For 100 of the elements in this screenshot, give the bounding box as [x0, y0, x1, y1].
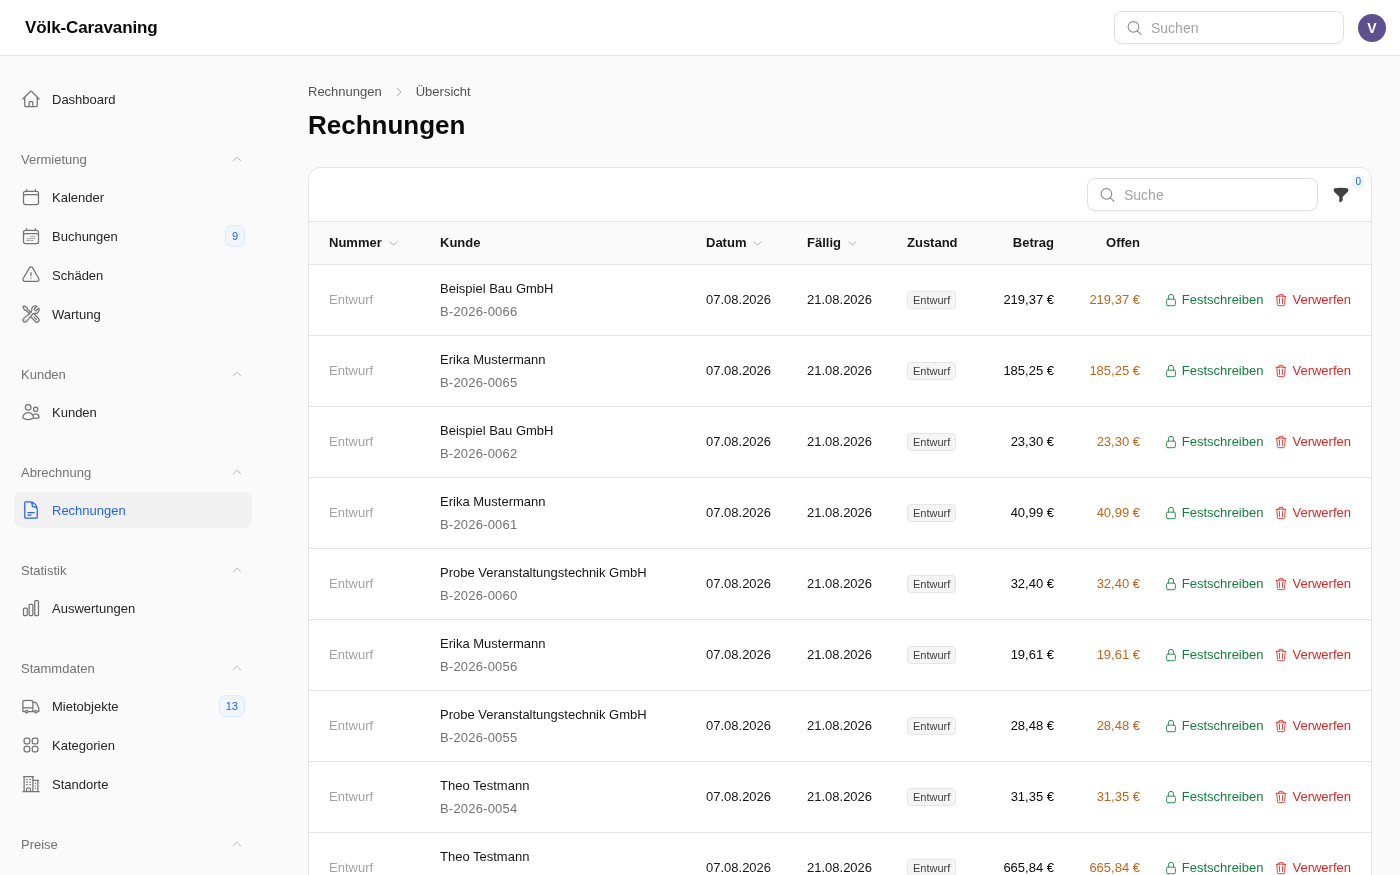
action-button[interactable]: Festschreiben [1163, 292, 1264, 308]
sidebar-item[interactable]: Dashboard [14, 81, 252, 117]
lock-icon [1163, 435, 1178, 449]
status-badge: Entwurf [907, 291, 957, 309]
table-cell: 07.08.2026 [706, 505, 772, 521]
calendar-icon [21, 226, 41, 246]
action-button[interactable]: Festschreiben [1163, 860, 1264, 875]
table-cell: Entwurf [329, 576, 374, 592]
table-cell: 32,40 € [1096, 576, 1140, 592]
customer-name: Erika Mustermann [440, 493, 546, 511]
table-cell: 23,30 € [1096, 434, 1140, 450]
sidebar-item[interactable]: Wartung [14, 296, 252, 332]
sidebar-item[interactable]: Standorte [14, 766, 252, 802]
table-cell: 07.08.2026 [706, 789, 772, 805]
user-avatar[interactable]: V [1358, 13, 1386, 42]
action-button[interactable]: Festschreiben [1163, 647, 1264, 663]
table-cell: 40,99 € [1096, 505, 1140, 521]
lock-icon [1163, 719, 1178, 733]
filter-icon [1332, 185, 1350, 204]
sidebar-item[interactable]: Auswertungen [14, 590, 252, 626]
table-cell: Entwurf [329, 718, 374, 734]
table-cell: 28,48 € [1010, 718, 1054, 734]
customer-name: Beispiel Bau GmbH [440, 422, 554, 440]
action-button[interactable]: Verwerfen [1274, 647, 1351, 663]
sidebar-item[interactable]: Rechnungen [14, 492, 252, 528]
column-header: Betrag [1012, 235, 1054, 251]
page-title: Rechnungen [308, 109, 467, 141]
trash-icon [1274, 293, 1289, 307]
app-logo: Völk-Caravaning [25, 17, 158, 38]
trash-icon [1274, 648, 1289, 662]
sidebar-section-header[interactable]: Abrechnung [14, 455, 252, 489]
column-header: Kunde [440, 235, 481, 251]
lock-icon [1163, 861, 1178, 875]
status-badge: Entwurf [907, 717, 957, 735]
table-cell: 07.08.2026 [706, 860, 772, 875]
table-cell: 07.08.2026 [706, 647, 772, 663]
table-search-field[interactable]: Suche [1087, 178, 1318, 211]
table-cell: Entwurf [329, 292, 374, 308]
trash-icon [1274, 364, 1289, 378]
table-cell: 21.08.2026 [807, 718, 873, 734]
action-button[interactable]: Festschreiben [1163, 505, 1264, 521]
lock-icon [1163, 790, 1178, 804]
count-badge: 9 [224, 225, 245, 247]
sidebar-item[interactable]: Kunden [14, 394, 252, 430]
action-button[interactable]: Verwerfen [1274, 505, 1351, 521]
sidebar-item[interactable]: Buchungen 9 [14, 218, 252, 254]
sort-button[interactable]: Nummer [329, 235, 399, 251]
table-cell: Entwurf [329, 860, 374, 875]
action-button[interactable]: Festschreiben [1163, 718, 1264, 734]
sidebar-item[interactable]: Kategorien [14, 727, 252, 763]
table-cell: 23,30 € [1010, 434, 1054, 450]
action-button[interactable]: Festschreiben [1163, 363, 1264, 379]
sidebar-section-header[interactable]: Statistik [14, 553, 252, 587]
sidebar-section-header[interactable]: Vermietung [14, 142, 252, 176]
table-cell: 21.08.2026 [807, 789, 873, 805]
table-cell: 21.08.2026 [807, 505, 873, 521]
lock-icon [1163, 293, 1178, 307]
table-cell: 185,25 € [1089, 363, 1140, 379]
action-button[interactable]: Verwerfen [1274, 292, 1351, 308]
table-cell: 31,35 € [1096, 789, 1140, 805]
action-button[interactable]: Verwerfen [1274, 576, 1351, 592]
table-cell: 07.08.2026 [706, 718, 772, 734]
sidebar-item[interactable]: Schäden [14, 257, 252, 293]
column-header: Zustand [907, 235, 958, 251]
table-cell: Entwurf [329, 789, 374, 805]
table-cell: 19,61 € [1010, 647, 1054, 663]
table-cell: 219,37 € [1003, 292, 1054, 308]
action-button[interactable]: Verwerfen [1274, 860, 1351, 875]
breadcrumb-current: Übersicht [415, 83, 471, 101]
sidebar-section-header[interactable]: Preise [14, 827, 252, 861]
users-icon [21, 402, 41, 422]
action-button[interactable]: Verwerfen [1274, 363, 1351, 379]
grid-icon [21, 735, 41, 755]
sort-button[interactable]: Fällig [807, 235, 858, 251]
search-field[interactable]: Suchen [1114, 11, 1344, 44]
booking-reference: B-2026-0055 [440, 729, 518, 747]
table-cell: 32,40 € [1010, 576, 1054, 592]
sidebar-item[interactable]: Kalender [14, 179, 252, 215]
action-button[interactable]: Festschreiben [1163, 434, 1264, 450]
table-cell: 665,84 € [1089, 860, 1140, 875]
sidebar-section-header[interactable]: Kunden [14, 357, 252, 391]
sort-button[interactable]: Datum [706, 235, 764, 251]
sidebar-item[interactable]: Mietobjekte 13 [14, 688, 252, 724]
sidebar-section-header[interactable]: Stammdaten [14, 651, 252, 685]
customer-name: Theo Testmann [440, 848, 530, 866]
table-cell: 07.08.2026 [706, 292, 772, 308]
action-button[interactable]: Verwerfen [1274, 789, 1351, 805]
home-icon [21, 89, 41, 109]
lock-icon [1163, 648, 1178, 662]
breadcrumb-link[interactable]: Rechnungen [308, 82, 382, 102]
table-cell: 40,99 € [1010, 505, 1054, 521]
lock-icon [1163, 506, 1178, 520]
customer-name: Probe Veranstaltungstechnik GmbH [440, 564, 647, 582]
action-button[interactable]: Verwerfen [1274, 434, 1351, 450]
booking-reference: B-2026-0060 [440, 587, 518, 605]
calendar-icon [21, 187, 41, 207]
action-button[interactable]: Verwerfen [1274, 718, 1351, 734]
action-button[interactable]: Festschreiben [1163, 789, 1264, 805]
customer-name: Probe Veranstaltungstechnik GmbH [440, 706, 647, 724]
action-button[interactable]: Festschreiben [1163, 576, 1264, 592]
